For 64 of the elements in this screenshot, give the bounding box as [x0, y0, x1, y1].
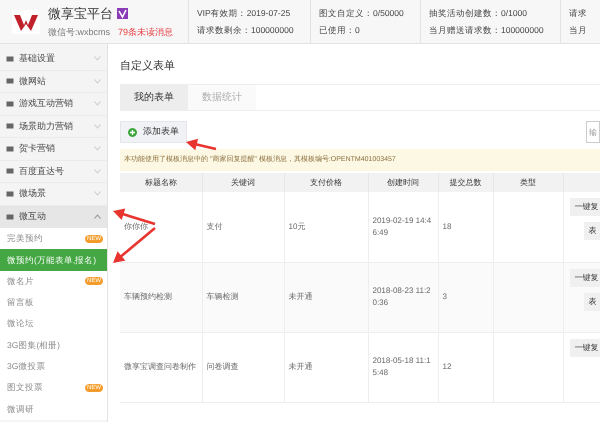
table-cell: 未开通 [288, 292, 312, 301]
action-button[interactable]: 一键复 [570, 198, 600, 216]
menu-icon [6, 54, 14, 63]
table-cell: 支付 [206, 222, 222, 231]
menu-icon [6, 167, 14, 176]
table-cell: 3 [442, 292, 447, 301]
table-cell: 10元 [288, 222, 306, 231]
add-form-button[interactable]: 添加表单 [120, 121, 187, 143]
table-cell: 车辆预约检测 [124, 292, 172, 301]
chevron-down-icon [94, 56, 101, 62]
submenu-item[interactable]: 3G图集(相册) [0, 334, 107, 356]
chevron-down-icon [94, 146, 101, 152]
submenu-item[interactable]: 微论坛 [0, 313, 107, 334]
verified-icon [117, 8, 128, 20]
sidebar-item[interactable]: 微网站 [0, 70, 107, 93]
chevron-down-icon [94, 124, 101, 129]
table-cell: 2018-05-18 11:15:48 [372, 356, 431, 377]
stat-text: 已使用：0 [319, 24, 360, 36]
submenu-item[interactable]: 留言板 [0, 292, 107, 314]
menu-icon [6, 77, 14, 86]
menu-icon [6, 212, 14, 221]
table-cell: 12 [442, 362, 452, 371]
platform-title: 微享宝平台 [48, 5, 113, 23]
table-cell: 18 [442, 222, 452, 231]
action-button[interactable]: 表 [584, 292, 600, 310]
stat-text: VIP有效期：2019-07-25 [197, 6, 290, 20]
sidebar-item[interactable]: 百度直达号 [0, 160, 107, 183]
action-button[interactable]: 一键复 [570, 338, 600, 356]
menu-icon [6, 100, 14, 108]
chevron-up-icon [94, 214, 101, 220]
stat-text: 当月 [569, 24, 587, 36]
tab[interactable]: 我的表单 [120, 85, 188, 110]
stat-text: 当月赠送请求数：100000000 [429, 24, 544, 36]
chevron-down-icon [94, 168, 101, 174]
stat-text: 图文自定义：0/50000 [319, 6, 404, 20]
stat-text: 请求数剩余：100000000 [197, 24, 294, 36]
plus-circle-icon [128, 128, 137, 136]
annotation-arrow [186, 138, 216, 150]
submenu-item[interactable]: 3G微投票 [0, 356, 107, 378]
chevron-down-icon [94, 191, 101, 196]
action-button[interactable]: 表 [584, 222, 600, 240]
stat-text: 请求 [569, 6, 587, 20]
chevron-down-icon [94, 78, 101, 84]
action-button[interactable]: 一键复 [570, 268, 600, 286]
sidebar-item[interactable]: 场景助力营销 [0, 116, 107, 138]
table-cell: 车辆检测 [206, 292, 238, 301]
chevron-down-icon [94, 101, 101, 106]
page-title: 自定义表单 [120, 58, 176, 74]
table-cell: 未开通 [288, 362, 312, 371]
menu-icon [6, 122, 14, 130]
table-cell: 问卷调查 [206, 362, 238, 371]
sidebar-item[interactable]: 微互动 [0, 206, 107, 228]
table-cell: 你你你 [124, 222, 148, 231]
table-cell: 2019-02-19 14:46:49 [372, 216, 432, 237]
stat-text: 抽奖活动创建数：0/1000 [429, 6, 527, 20]
table-cell: 微享宝调查问卷制作 [124, 362, 196, 371]
submenu-item[interactable]: 微调研 [0, 398, 107, 420]
table-cell: 2018-08-23 11:20:36 [372, 286, 431, 307]
menu-icon [6, 190, 14, 198]
search-field[interactable]: 输 [586, 121, 600, 143]
logo-icon [12, 10, 40, 34]
account-id: 微信号:wxbcms [48, 26, 110, 38]
unread-messages-link[interactable]: 79条未读消息 [118, 26, 174, 39]
menu-icon [6, 144, 14, 153]
